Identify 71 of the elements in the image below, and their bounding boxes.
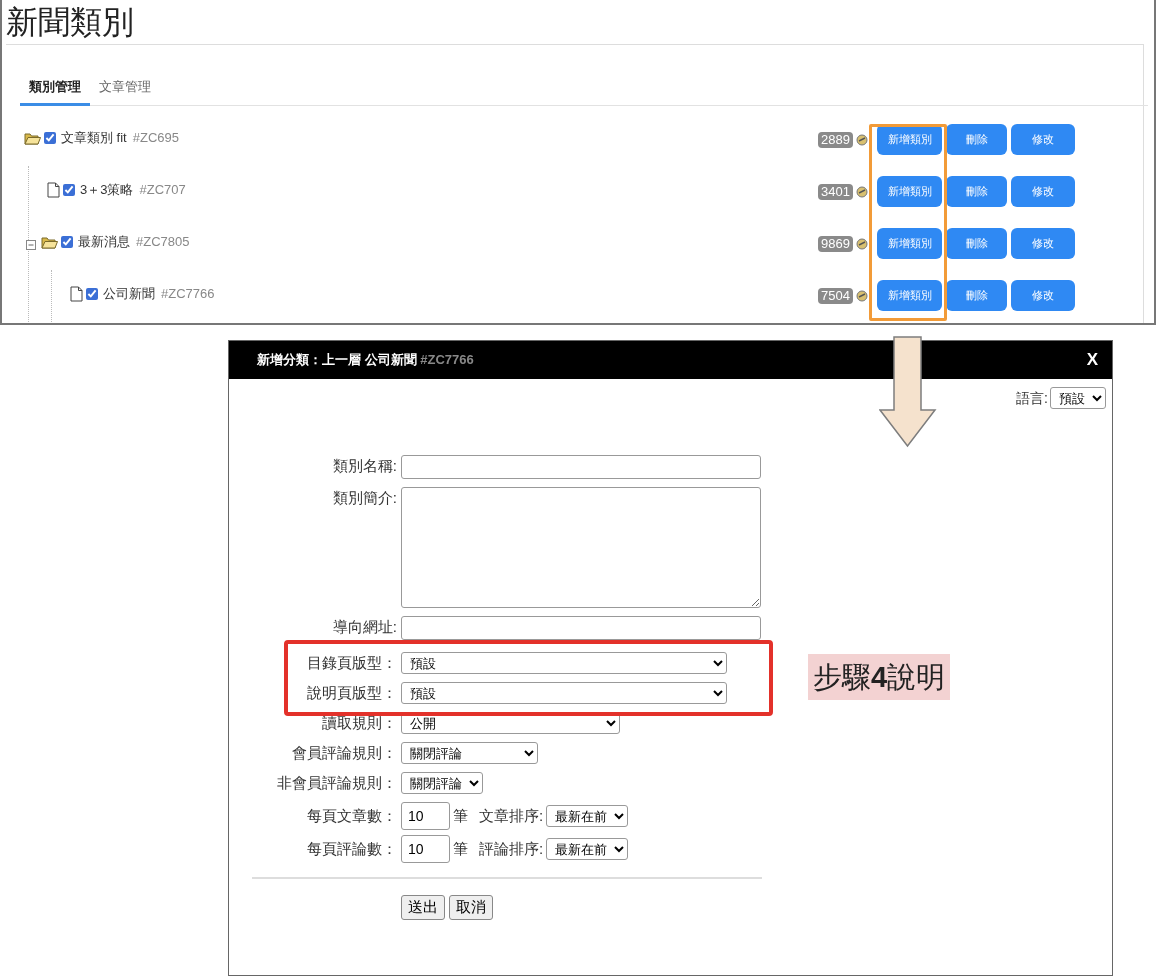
checkbox[interactable]	[63, 183, 75, 196]
category-code: #ZC707	[139, 180, 186, 199]
number-field[interactable]: 10	[401, 835, 450, 863]
edit-button[interactable]: 修改	[1011, 176, 1075, 207]
submit-button[interactable]: 送出	[401, 895, 445, 920]
collapse-icon[interactable]	[26, 239, 36, 250]
category-name[interactable]: 3＋3策略	[80, 179, 134, 200]
magnifier-icon[interactable]	[856, 185, 869, 198]
dialog-title: 新增分類：上一層 公司新聞 #ZC7766	[257, 351, 474, 370]
field-label: 類別名稱:	[332, 456, 397, 476]
dropdown-select[interactable]: 預設	[401, 682, 727, 704]
count-badge: 7504	[818, 287, 853, 304]
count-badge: 3401	[818, 183, 853, 200]
delete-button[interactable]: 刪除	[946, 228, 1007, 259]
add-category-button[interactable]: 新增類別	[877, 176, 942, 207]
edit-button[interactable]: 修改	[1011, 280, 1075, 311]
count-badge: 2889	[818, 131, 853, 148]
delete-button[interactable]: 刪除	[946, 280, 1007, 311]
edit-button[interactable]: 修改	[1011, 124, 1075, 155]
sort-label: 文章排序:	[479, 805, 544, 826]
checkbox[interactable]	[86, 287, 98, 300]
text-field[interactable]	[401, 455, 761, 479]
category-name[interactable]: 最新消息	[78, 231, 130, 252]
checkbox[interactable]	[61, 235, 73, 248]
unit-label: 筆	[453, 805, 468, 826]
category-code: #ZC7766	[161, 284, 215, 303]
add-category-button[interactable]: 新增類別	[877, 280, 942, 311]
checkbox[interactable]	[44, 131, 56, 144]
step-callout: 步驟4說明	[808, 654, 951, 700]
magnifier-icon[interactable]	[856, 133, 869, 146]
delete-button[interactable]: 刪除	[946, 124, 1007, 155]
add-category-button[interactable]: 新增類別	[877, 228, 942, 259]
field-label: 讀取規則：	[322, 713, 397, 733]
field-label: 類別簡介:	[332, 488, 397, 508]
delete-button[interactable]: 刪除	[946, 176, 1007, 207]
unit-label: 筆	[453, 838, 468, 859]
category-name[interactable]: 公司新聞	[103, 283, 155, 304]
field-label: 目錄頁版型：	[307, 653, 397, 673]
field-label: 每頁文章數：	[307, 806, 397, 826]
sort-select[interactable]: 最新在前	[546, 838, 629, 860]
folder-icon	[41, 234, 58, 249]
count-badge: 9869	[818, 235, 853, 252]
folder-icon	[24, 130, 41, 145]
tab[interactable]: 類別管理	[20, 73, 90, 106]
cancel-button[interactable]: 取消	[449, 895, 493, 920]
document-icon	[70, 285, 83, 302]
tab[interactable]: 文章管理	[90, 73, 160, 106]
category-code: #ZC7805	[136, 232, 190, 251]
magnifier-icon[interactable]	[856, 237, 869, 250]
document-icon	[47, 181, 60, 198]
magnifier-icon[interactable]	[856, 289, 869, 302]
category-name[interactable]: 文章類別 fit	[61, 127, 127, 148]
field-label: 非會員評論規則：	[277, 773, 397, 793]
page-title: 新聞類別	[5, 3, 135, 42]
field-label: 導向網址:	[332, 617, 397, 637]
field-label: 會員評論規則：	[292, 743, 397, 763]
dropdown-select[interactable]: 預設	[401, 652, 727, 674]
dropdown-select[interactable]: 關閉評論	[401, 742, 538, 764]
text-area[interactable]	[401, 487, 761, 608]
sort-select[interactable]: 最新在前	[546, 805, 629, 827]
category-code: #ZC695	[132, 128, 179, 147]
text-field[interactable]	[401, 616, 761, 640]
sort-label: 評論排序:	[479, 838, 544, 859]
field-label: 說明頁版型：	[307, 683, 397, 703]
language-label: 語言:	[1016, 388, 1048, 408]
dropdown-select[interactable]: 關閉評論	[401, 772, 483, 794]
edit-button[interactable]: 修改	[1011, 228, 1075, 259]
close-button[interactable]: X	[1086, 347, 1098, 373]
language-select[interactable]: 預設	[1050, 387, 1106, 409]
number-field[interactable]: 10	[401, 802, 450, 830]
field-label: 每頁評論數：	[307, 839, 397, 859]
